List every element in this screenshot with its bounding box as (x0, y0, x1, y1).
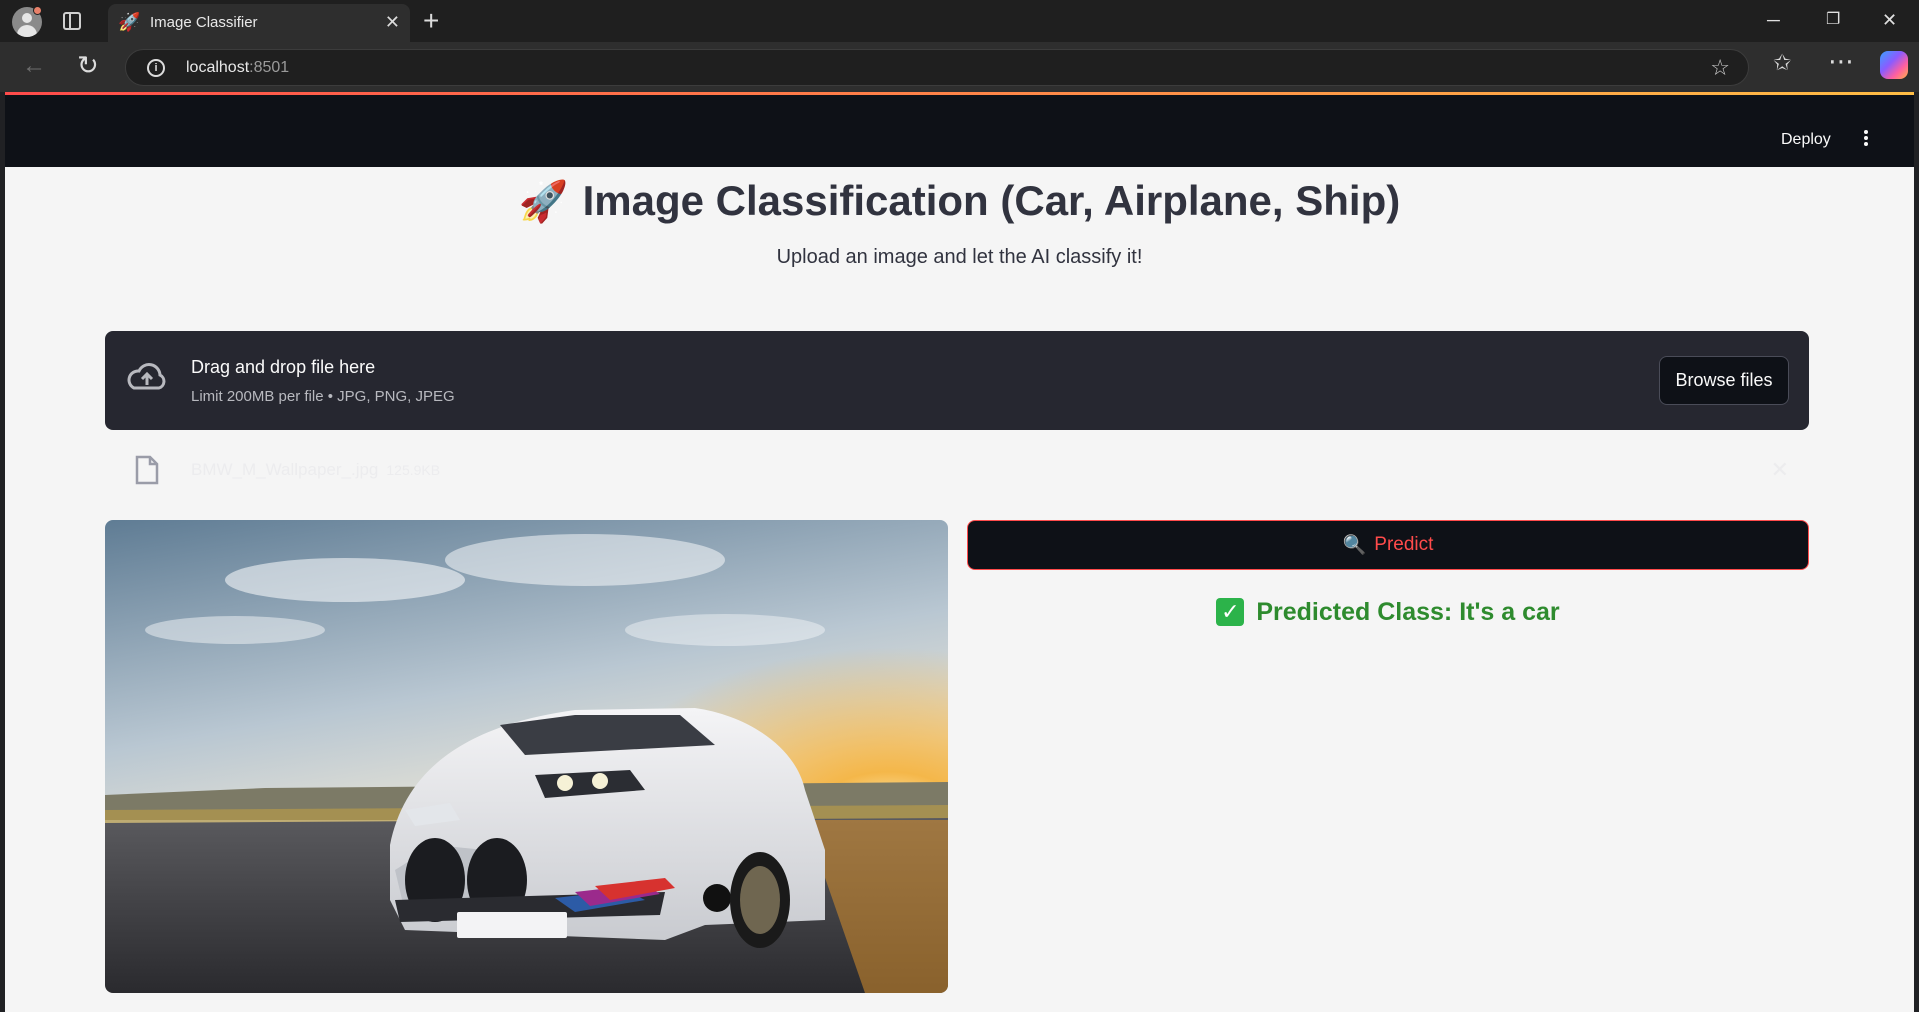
page-title: 🚀 Image Classification (Car, Airplane, Sh… (5, 177, 1914, 227)
predict-button-label: Predict (1374, 534, 1434, 555)
uploaded-file-name: BMW_M_Wallpaper_.jpg 125.9KB (191, 460, 440, 480)
rocket-icon: 🚀 (518, 180, 569, 224)
predict-button[interactable]: 🔍 Predict (967, 520, 1809, 570)
uploaded-file-row: BMW_M_Wallpaper_.jpg 125.9KB ✕ (105, 447, 1809, 497)
url-text[interactable]: localhost:8501 (186, 59, 289, 77)
tab-favicon-icon: 🚀 (118, 12, 141, 32)
magnifier-icon: 🔍 (1342, 535, 1367, 556)
info-icon[interactable]: i (147, 59, 165, 77)
page-title-text: Image Classification (Car, Airplane, Shi… (582, 177, 1401, 224)
file-icon (135, 455, 159, 485)
reload-icon[interactable]: ↻ (77, 50, 99, 81)
minimize-icon[interactable]: ─ (1767, 8, 1780, 32)
url-host: localhost (186, 59, 250, 76)
browser-tab[interactable]: 🚀 Image Classifier ✕ (108, 4, 410, 42)
kebab-menu-icon[interactable] (1863, 128, 1869, 150)
file-size-text: 125.9KB (386, 462, 441, 478)
address-bar[interactable]: i localhost:8501 ☆ (125, 49, 1749, 86)
more-icon[interactable]: ⋯ (1828, 46, 1854, 77)
file-uploader-dropzone[interactable]: Drag and drop file here Limit 200MB per … (105, 331, 1809, 430)
prediction-result-text: Predicted Class: It's a car (1256, 597, 1560, 626)
profile-notification-dot (33, 6, 42, 15)
remove-file-icon[interactable]: ✕ (1771, 457, 1789, 483)
page-subtitle: Upload an image and let the AI classify … (776, 246, 1143, 268)
browser-toolbar: ← ↻ i localhost:8501 ☆ ✩ ⋯ (0, 42, 1919, 92)
star-icon[interactable]: ☆ (1710, 55, 1730, 81)
url-port: :8501 (249, 59, 290, 76)
browser-tab-bar: 🚀 Image Classifier ✕ + ─ ❐ ✕ (0, 0, 1919, 42)
new-tab-plus-icon[interactable]: + (423, 6, 439, 36)
prediction-result: ✓ Predicted Class: It's a car (967, 592, 1809, 632)
uploader-limit-text: Limit 200MB per file • JPG, PNG, JPEG (191, 388, 455, 405)
tab-title: Image Classifier (150, 14, 258, 31)
uploader-main-text: Drag and drop file here (191, 357, 376, 377)
cloud-upload-icon (127, 363, 166, 390)
file-name-text: BMW_M_Wallpaper_.jpg (191, 460, 379, 479)
favorites-icon[interactable]: ✩ (1773, 50, 1791, 76)
back-icon[interactable]: ← (22, 52, 46, 80)
page-viewport: Deploy 🚀 Image Classification (Car, Airpl… (5, 92, 1914, 1012)
car-photo (105, 520, 948, 993)
app-header: Deploy (5, 95, 1914, 167)
tab-actions-icon[interactable] (63, 12, 81, 30)
deploy-button[interactable]: Deploy (1781, 131, 1831, 149)
window-close-icon[interactable]: ✕ (1882, 8, 1897, 32)
copilot-icon[interactable] (1880, 51, 1908, 79)
restore-icon[interactable]: ❐ (1826, 8, 1840, 32)
uploaded-image-preview (105, 520, 948, 993)
tab-close-icon[interactable]: ✕ (385, 12, 400, 32)
check-icon: ✓ (1216, 598, 1245, 626)
browse-files-button[interactable]: Browse files (1659, 356, 1789, 405)
